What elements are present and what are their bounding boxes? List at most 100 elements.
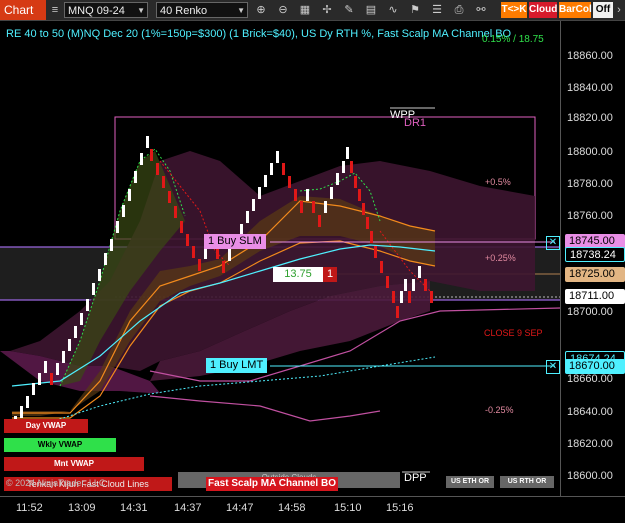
y-tick: 18760.00 — [567, 210, 613, 222]
chevron-down-icon: ▼ — [137, 6, 145, 15]
x-tick: 13:09 — [68, 502, 96, 514]
x-tick: 14:37 — [174, 502, 202, 514]
renko-brick-up — [134, 171, 137, 183]
renko-brick-down — [222, 261, 225, 273]
renko-brick-down — [50, 373, 53, 385]
renko-brick-down — [362, 203, 365, 215]
position-qty[interactable]: 1 — [323, 267, 337, 282]
renko-brick-down — [408, 291, 411, 303]
tick-size-label: 0.15% / 18.75 — [482, 34, 544, 45]
renko-brick-down — [162, 176, 165, 188]
renko-brick-down — [370, 231, 373, 243]
chevron-right-icon[interactable]: › — [613, 2, 625, 18]
renko-brick-down — [192, 246, 195, 258]
renko-brick-down — [380, 261, 383, 273]
renko-brick-down — [312, 201, 315, 213]
cloud-toggle-button[interactable]: Cloud — [529, 2, 557, 18]
y-tick: 18660.00 — [567, 373, 613, 385]
indicators-icon[interactable]: ∿ — [386, 2, 400, 18]
renko-brick-down — [350, 161, 353, 173]
price-tag-vwap: 18738.24 — [565, 247, 625, 262]
off-toggle-button[interactable]: Off — [593, 2, 613, 18]
renko-brick-down — [358, 189, 361, 201]
tk-toggle-button[interactable]: T<>K — [501, 2, 527, 18]
renko-brick-up — [20, 406, 23, 418]
dr1-label: DR1 — [404, 117, 427, 129]
zoom-in-icon[interactable]: ⊕ — [254, 2, 268, 18]
buy-slm-order[interactable]: 1 Buy SLM — [204, 234, 266, 249]
renko-brick-up — [110, 239, 113, 251]
renko-brick-up — [32, 383, 35, 395]
x-tick: 15:10 — [334, 502, 362, 514]
renko-brick-down — [198, 259, 201, 271]
renko-brick-up — [116, 221, 119, 233]
buy-lmt-label: 1 Buy LMT — [210, 359, 264, 371]
renko-brick-down — [354, 176, 357, 188]
buy-lmt-order[interactable]: 1 Buy LMT — [206, 358, 268, 373]
price-axis[interactable]: 18860.00 18840.00 18820.00 18800.00 1878… — [560, 21, 625, 496]
renko-brick-up — [74, 326, 77, 338]
instrument-selector[interactable]: MNQ 09-24 ▼ — [64, 2, 148, 18]
bar-type-value: 40 Renko — [160, 5, 208, 17]
renko-brick-up — [306, 189, 309, 201]
close-order-icon[interactable]: ✕ — [546, 360, 560, 374]
data-box-icon[interactable]: ▦ — [298, 2, 312, 18]
chart-title: RE 40 to 50 (M)NQ Dec 20 (1%=150p=$300) … — [6, 28, 512, 40]
renko-brick-up — [56, 363, 59, 375]
time-axis[interactable]: 11:52 13:09 14:31 14:37 14:47 14:58 15:1… — [0, 496, 625, 523]
price-tag-entry: 18725.00 — [565, 267, 625, 282]
day-vwap-tag: Day VWAP — [4, 419, 88, 433]
us-eth-or-tag: US ETH OR — [446, 476, 494, 488]
link-icon[interactable]: ⚯ — [474, 2, 488, 18]
barcol-toggle-button[interactable]: BarCol — [559, 2, 592, 18]
close-order-icon[interactable]: ✕ — [546, 236, 560, 250]
y-tick: 18600.00 — [567, 470, 613, 482]
y-tick: 18700.00 — [567, 306, 613, 318]
renko-brick-up — [68, 339, 71, 351]
camera-icon[interactable]: ⎙ — [452, 2, 466, 18]
drawing-tool-icon[interactable]: ✎ — [342, 2, 356, 18]
x-tick: 14:31 — [120, 502, 148, 514]
position-pnl-value: 13.75 — [284, 268, 312, 280]
toolbar: Chart ≡ MNQ 09-24 ▼ 40 Renko ▼ ⊕ ⊖ ▦ ✢ ✎… — [0, 0, 625, 21]
bar-type-selector[interactable]: 40 Renko ▼ — [156, 2, 248, 18]
renko-brick-down — [366, 217, 369, 229]
chevron-down-icon: ▼ — [237, 6, 245, 15]
cloud-edge-line — [149, 395, 381, 422]
renko-brick-up — [38, 373, 41, 385]
renko-brick-up — [418, 266, 421, 278]
x-tick: 14:58 — [278, 502, 306, 514]
renko-brick-up — [342, 161, 345, 173]
renko-brick-up — [62, 351, 65, 363]
chart-style-icon[interactable]: ▤ — [364, 2, 378, 18]
menu-icon[interactable]: ≡ — [48, 2, 62, 18]
zoom-out-icon[interactable]: ⊖ — [276, 2, 290, 18]
renko-brick-up — [246, 211, 249, 223]
renko-brick-up — [146, 136, 149, 148]
chart-plot-area[interactable]: RE 40 to 50 (M)NQ Dec 20 (1%=150p=$300) … — [0, 21, 561, 496]
y-tick: 18840.00 — [567, 82, 613, 94]
copyright-text: © 2024 NinjaTrader, LLC — [6, 478, 106, 488]
y-tick: 18860.00 — [567, 50, 613, 62]
renko-brick-up — [336, 173, 339, 185]
us-rth-or-tag: US RTH OR — [500, 476, 554, 488]
renko-brick-down — [156, 163, 159, 175]
buy-slm-label: 1 Buy SLM — [208, 235, 262, 247]
pct-minus-025-label: -0.25% — [485, 405, 514, 415]
renko-brick-down — [374, 246, 377, 258]
instrument-value: MNQ 09-24 — [68, 5, 125, 17]
renko-brick-down — [150, 149, 153, 161]
crosshair-icon[interactable]: ✢ — [320, 2, 334, 18]
renko-brick-down — [168, 191, 171, 203]
properties-icon[interactable]: ☰ — [430, 2, 444, 18]
renko-brick-down — [386, 276, 389, 288]
position-pnl[interactable]: 13.75 — [273, 267, 323, 282]
pct-plus-05-label: +0.5% — [485, 177, 511, 187]
strategies-icon[interactable]: ⚑ — [408, 2, 422, 18]
renko-brick-down — [180, 221, 183, 233]
renko-brick-down — [294, 189, 297, 201]
renko-brick-up — [26, 396, 29, 408]
renko-brick-up — [122, 205, 125, 217]
renko-brick-down — [424, 279, 427, 291]
renko-brick-down — [396, 306, 399, 318]
